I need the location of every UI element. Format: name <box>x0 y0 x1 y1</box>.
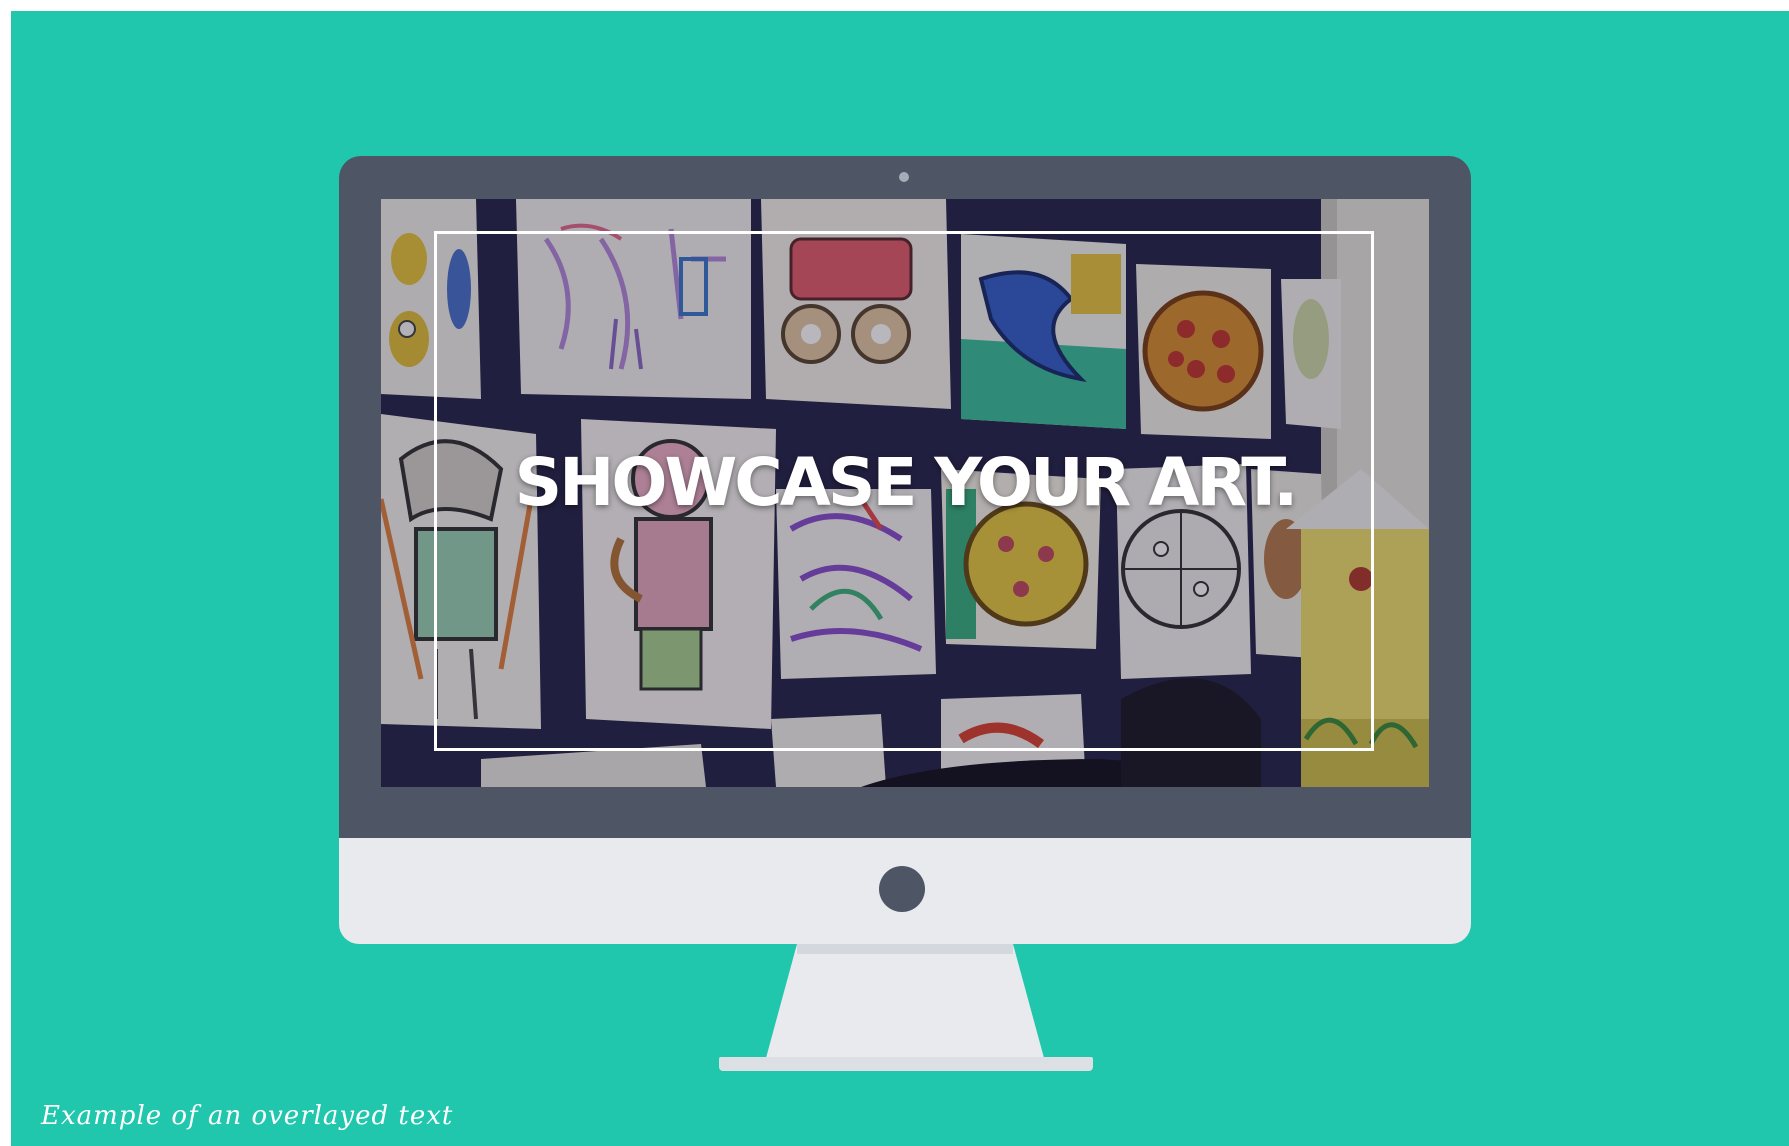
monitor-bezel: SHOWCASE YOUR ART. <box>339 156 1471 838</box>
monitor-stand-base <box>719 1057 1093 1071</box>
image-caption: Example of an overlayed text <box>41 1101 454 1131</box>
page-background: SHOWCASE YOUR ART. Example of an overlay… <box>11 11 1789 1146</box>
monitor-stand <box>763 944 1047 1069</box>
monitor-screen: SHOWCASE YOUR ART. <box>381 199 1429 787</box>
overlay-headline: SHOWCASE YOUR ART. <box>514 444 1299 521</box>
camera-dot-icon <box>899 172 909 182</box>
monitor-chin <box>339 838 1471 944</box>
home-button-icon <box>879 866 925 912</box>
